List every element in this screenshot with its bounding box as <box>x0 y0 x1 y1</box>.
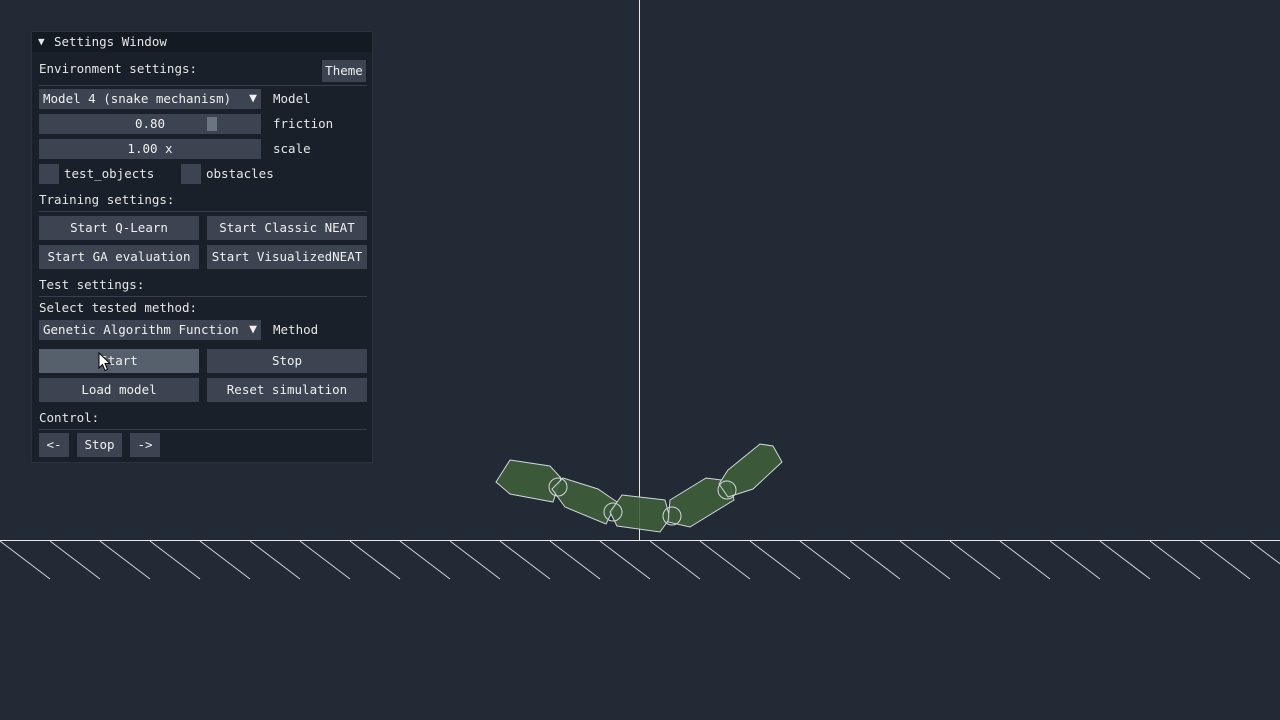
settings-window[interactable]: ▼ Settings Window Environment settings: … <box>31 31 373 463</box>
method-label: Method <box>273 322 319 337</box>
model-select-value: Model 4 (snake mechanism) <box>43 91 232 106</box>
start-visualized-neat-button[interactable]: Start VisualizedNEAT <box>207 245 367 269</box>
collapse-triangle-icon[interactable]: ▼ <box>38 32 45 52</box>
start-classic-neat-button[interactable]: Start Classic NEAT <box>207 216 367 240</box>
snake-segment <box>551 477 618 525</box>
start-qlearn-button[interactable]: Start Q-Learn <box>39 216 199 240</box>
snake-segment <box>609 494 671 533</box>
window-title-bar[interactable]: ▼ Settings Window <box>32 32 372 52</box>
ground-hatch-line <box>499 540 551 580</box>
scale-value: 1.00 x <box>127 141 173 156</box>
ground-hatch-line <box>1099 540 1151 580</box>
ground-hatch-line <box>749 540 801 580</box>
move-right-button[interactable]: -> <box>130 433 160 457</box>
ground-hatch-line <box>399 540 451 580</box>
friction-slider-grab[interactable] <box>207 117 218 131</box>
method-select-value: Genetic Algorithm Function <box>43 322 239 337</box>
test-settings-heading: Test settings: <box>39 277 145 292</box>
window-title: Settings Window <box>54 34 167 49</box>
ground-hatch-line <box>1149 540 1201 580</box>
obstacles-label: obstacles <box>206 166 274 181</box>
test-objects-label: test_objects <box>64 166 155 181</box>
control-stop-button[interactable]: Stop <box>77 433 122 457</box>
control-heading: Control: <box>39 410 100 425</box>
ground-hatch-line <box>49 540 101 580</box>
training-settings-heading: Training settings: <box>39 192 175 207</box>
scale-drag-input[interactable]: 1.00 x <box>39 139 261 159</box>
select-tested-method-label: Select tested method: <box>39 300 198 315</box>
ground-hatch-line <box>699 540 751 580</box>
method-select[interactable]: Genetic Algorithm Function ▼ <box>39 320 261 340</box>
ground-hatch-line <box>799 540 851 580</box>
ground-hatch-line <box>1199 540 1251 580</box>
ground-hatch-line <box>249 540 301 580</box>
scale-label: scale <box>273 141 311 156</box>
ground-hatch-line <box>99 540 151 580</box>
ground-hatch-line <box>949 540 1001 580</box>
ground-hatch-line <box>1249 540 1280 565</box>
ground-hatch-line <box>449 540 501 580</box>
start-ga-evaluation-button[interactable]: Start GA evaluation <box>39 245 199 269</box>
ground-hatch-line <box>999 540 1051 580</box>
friction-value: 0.80 <box>134 116 166 131</box>
ground-hatch-line <box>1049 540 1101 580</box>
ground <box>0 540 1280 580</box>
divider <box>39 429 367 430</box>
environment-settings-heading: Environment settings: <box>39 61 198 76</box>
ground-hatch-line <box>199 540 251 580</box>
divider <box>39 211 367 212</box>
friction-slider[interactable]: 0.80 <box>39 114 261 134</box>
ground-hatch-line <box>599 540 651 580</box>
theme-button[interactable]: Theme <box>322 60 366 82</box>
divider <box>39 296 367 297</box>
dropdown-arrow-icon: ▼ <box>249 322 257 337</box>
ground-hatch-line <box>649 540 701 580</box>
move-left-button[interactable]: <- <box>39 433 69 457</box>
model-label: Model <box>273 91 311 106</box>
divider <box>39 85 367 86</box>
model-select[interactable]: Model 4 (snake mechanism) ▼ <box>39 89 261 109</box>
obstacles-checkbox[interactable] <box>181 164 201 184</box>
reset-simulation-button[interactable]: Reset simulation <box>207 378 367 402</box>
ground-hatch-line <box>849 540 901 580</box>
ground-hatch-line <box>899 540 951 580</box>
ground-hatch-line <box>0 540 51 580</box>
dropdown-arrow-icon: ▼ <box>249 91 257 106</box>
ground-hatch-line <box>549 540 601 580</box>
ground-hatch-line <box>299 540 351 580</box>
ground-hatch-line <box>349 540 401 580</box>
ground-hatch-line <box>149 540 201 580</box>
ground-hatching <box>0 540 1280 580</box>
mouse-cursor-icon <box>98 352 112 372</box>
test-objects-checkbox[interactable] <box>39 164 59 184</box>
load-model-button[interactable]: Load model <box>39 378 199 402</box>
friction-label: friction <box>273 116 334 131</box>
snake-segment <box>718 443 783 498</box>
stop-button[interactable]: Stop <box>207 349 367 373</box>
start-button[interactable]: Start <box>39 349 199 373</box>
